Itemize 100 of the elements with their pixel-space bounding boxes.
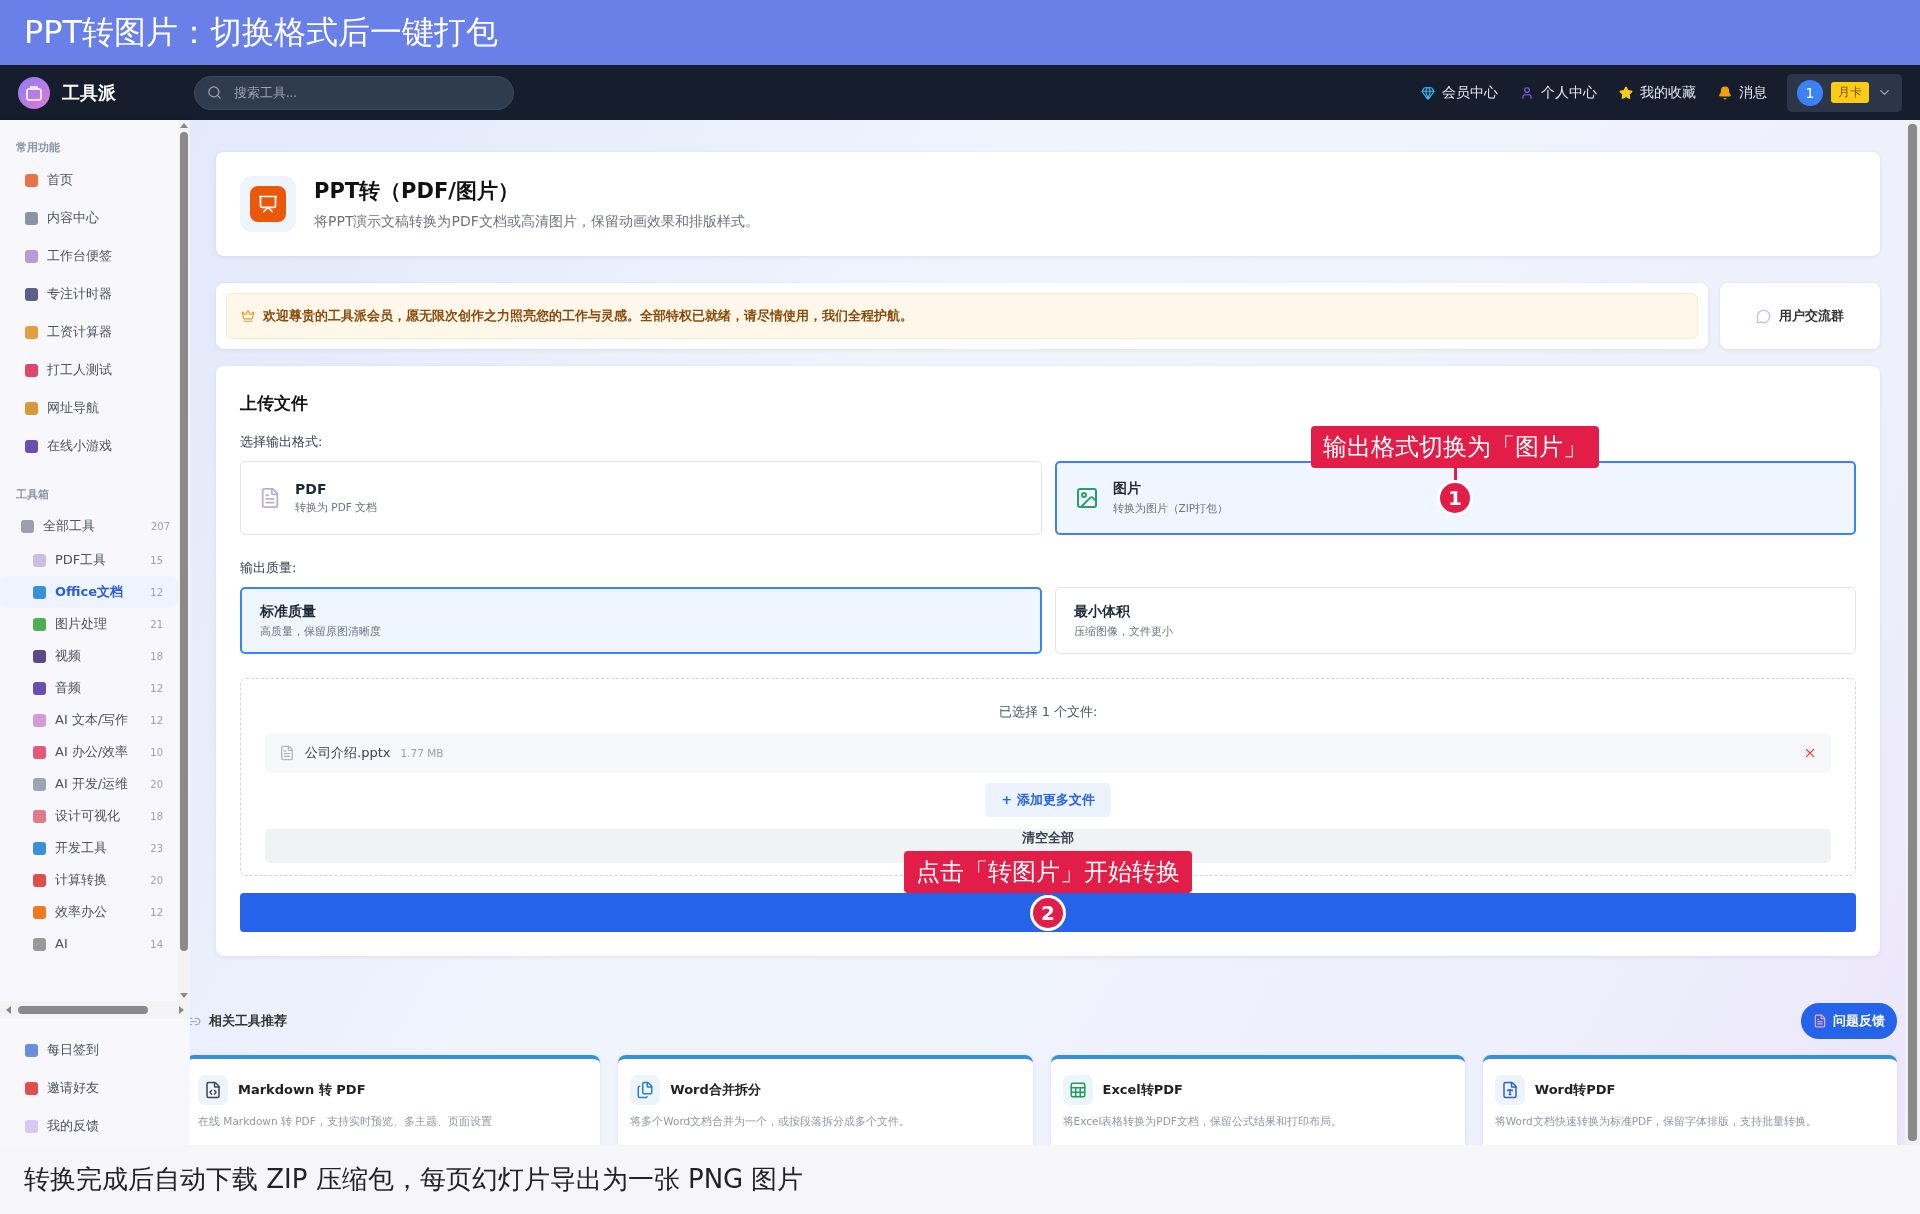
sidebar-item[interactable]: 设计可视化 18 bbox=[0, 800, 178, 832]
tile-icon bbox=[20, 518, 35, 534]
tool-name: Markdown 转 PDF bbox=[238, 1081, 366, 1099]
notice-text: 欢迎尊贵的工具派会员，愿无限次创作之力照亮您的工作与灵感。全部特权已就绪，请尽情使用，我们全程护航。 bbox=[263, 307, 913, 325]
scroll-right-icon[interactable] bbox=[178, 1005, 186, 1016]
sidebar-item[interactable]: 每日签到 bbox=[0, 1031, 190, 1069]
tool-card[interactable]: Markdown 转 PDF 在线 Markdown 转 PDF，支持实时预览、多主题、页面设置 bbox=[190, 1055, 601, 1145]
user-group-button[interactable]: 用户交流群 bbox=[1720, 283, 1880, 349]
sidebar-item[interactable]: 计算转换 20 bbox=[0, 864, 178, 896]
tool-description: 在线 Markdown 转 PDF，支持实时预览、多主题、页面设置 bbox=[198, 1115, 493, 1129]
tile-icon bbox=[32, 904, 47, 920]
spreadsheet-icon bbox=[1068, 1081, 1087, 1099]
sidebar-item[interactable]: 视频 18 bbox=[0, 640, 178, 672]
tile-icon bbox=[24, 286, 39, 302]
nav-link[interactable]: 我的收藏 bbox=[1619, 83, 1696, 102]
nav-link[interactable]: 个人中心 bbox=[1520, 83, 1597, 102]
item-count: 20 bbox=[149, 874, 163, 886]
item-count: 12 bbox=[149, 586, 163, 598]
tile-icon bbox=[32, 744, 47, 760]
field-label: 输出质量: bbox=[240, 559, 297, 577]
tool-name: Excel转PDF bbox=[1102, 1081, 1183, 1099]
document-icon bbox=[204, 1081, 222, 1099]
callout-tooltip: 点击「转图片」开始转换 bbox=[904, 851, 1192, 893]
item-count: 18 bbox=[149, 810, 163, 822]
tile-icon bbox=[32, 808, 47, 824]
tile-icon bbox=[24, 1118, 39, 1134]
sidebar-item[interactable]: 音频 12 bbox=[0, 672, 178, 704]
quality-option[interactable]: 最小体积 压缩图像，文件更小 bbox=[1054, 587, 1856, 654]
sidebar-item[interactable]: 打工人测试 bbox=[0, 351, 178, 389]
sidebar-item[interactable]: AI 文本/写作 12 bbox=[0, 704, 178, 736]
diamond-icon bbox=[1421, 85, 1435, 100]
sidebar-item[interactable]: 图片处理 21 bbox=[0, 608, 178, 640]
nav-link[interactable]: 会员中心 bbox=[1421, 83, 1498, 102]
nav-link[interactable]: 消息 bbox=[1718, 83, 1767, 102]
item-count: 207 bbox=[149, 520, 170, 532]
tile-icon bbox=[24, 400, 39, 416]
tile-icon bbox=[32, 712, 47, 728]
sidebar-item[interactable]: AI 办公/效率 10 bbox=[0, 736, 178, 768]
section-title: 上传文件 bbox=[240, 392, 309, 415]
sidebar-item[interactable]: 工作台便签 bbox=[0, 237, 178, 275]
item-count: 12 bbox=[149, 682, 163, 694]
tool-card[interactable]: Excel转PDF 将Excel表格转换为PDF文档，保留公式结果和打印布局。 bbox=[1050, 1055, 1465, 1145]
sidebar-item[interactable]: 效率办公 12 bbox=[0, 896, 178, 928]
caption-text: 转换完成后自动下载 ZIP 压缩包，每页幻灯片导出为一张 PNG 图片 bbox=[24, 1163, 804, 1196]
item-count: 12 bbox=[149, 714, 163, 726]
format-option[interactable]: PDF 转换为 PDF 文档 bbox=[240, 461, 1042, 535]
sidebar-item[interactable]: 在线小游戏 bbox=[0, 427, 178, 465]
tile-icon bbox=[32, 552, 47, 568]
sidebar-item[interactable]: 内容中心 bbox=[0, 199, 178, 237]
presentation-icon bbox=[240, 176, 296, 233]
callout-tooltip: 输出格式切换为「图片」 bbox=[1311, 426, 1599, 468]
sidebar-item[interactable]: 网址导航 bbox=[0, 389, 178, 427]
sidebar-item[interactable]: 专注计时器 bbox=[0, 275, 178, 313]
chat-icon bbox=[1756, 308, 1771, 324]
tile-icon bbox=[32, 616, 47, 632]
tool-card[interactable]: Word合并拆分 将多个Word文档合并为一个，或按段落拆分成多个文件。 bbox=[618, 1055, 1033, 1145]
sidebar-item[interactable]: 开发工具 23 bbox=[0, 832, 178, 864]
tile-icon bbox=[32, 584, 47, 600]
tile-icon bbox=[24, 1080, 39, 1096]
document-icon bbox=[1813, 1014, 1827, 1028]
tool-description: 将PPT演示文稿转换为PDF文档或高清图片，保留动画效果和排版样式。 bbox=[314, 213, 759, 232]
sidebar-item[interactable]: 工资计算器 bbox=[0, 313, 178, 351]
document-icon bbox=[259, 487, 281, 509]
quality-option[interactable]: 标准质量 高质量，保留原图清晰度 bbox=[240, 587, 1042, 654]
scrollbar[interactable] bbox=[0, 1001, 190, 1019]
add-files-button[interactable]: + 添加更多文件 bbox=[985, 783, 1111, 817]
scroll-left-icon[interactable] bbox=[4, 1005, 12, 1016]
scrollbar[interactable] bbox=[178, 120, 190, 1002]
tool-description: 将Excel表格转换为PDF文档，保留公式结果和打印布局。 bbox=[1062, 1115, 1343, 1129]
feedback-button[interactable]: 问题反馈 bbox=[1801, 1003, 1897, 1039]
sidebar-item[interactable]: 邀请好友 bbox=[0, 1069, 190, 1107]
document-icon bbox=[279, 745, 295, 761]
tile-icon bbox=[24, 438, 39, 454]
tool-card[interactable]: Word转PDF 将Word文档快速转换为标准PDF，保留字体排版，支持批量转换。 bbox=[1482, 1055, 1897, 1145]
item-count: 18 bbox=[149, 650, 163, 662]
search-field[interactable]: 搜索工具... bbox=[194, 75, 514, 110]
tile-icon bbox=[24, 1042, 39, 1058]
sidebar-item[interactable]: AI 开发/运维 20 bbox=[0, 768, 178, 800]
item-count: 23 bbox=[149, 842, 163, 854]
sidebar-item[interactable]: Office文档 12 bbox=[0, 576, 178, 608]
scrollbar[interactable] bbox=[1905, 120, 1920, 1145]
tile-icon bbox=[32, 872, 47, 888]
sidebar-item[interactable]: 首页 bbox=[0, 161, 178, 199]
user-menu[interactable]: 1 月卡 bbox=[1787, 73, 1902, 112]
sidebar-item[interactable]: 全部工具 207 bbox=[0, 508, 178, 544]
documents-icon bbox=[636, 1081, 655, 1099]
sidebar-item[interactable]: AI 14 bbox=[0, 928, 178, 960]
star-icon bbox=[1619, 85, 1633, 100]
app-name: 工具派 bbox=[62, 80, 116, 105]
sidebar-item[interactable]: 我的反馈 bbox=[0, 1107, 190, 1145]
sidebar-item[interactable]: PDF工具 15 bbox=[0, 544, 178, 576]
close-icon[interactable] bbox=[1803, 746, 1817, 760]
search-icon bbox=[207, 85, 222, 100]
file-name: 公司介绍.pptx bbox=[305, 744, 391, 762]
avatar: 1 bbox=[1797, 79, 1823, 106]
item-count: 14 bbox=[149, 938, 163, 950]
item-count: 10 bbox=[149, 746, 163, 758]
search-input[interactable]: 搜索工具... bbox=[232, 84, 513, 101]
tile-icon bbox=[32, 648, 47, 664]
tile-icon bbox=[24, 324, 39, 340]
